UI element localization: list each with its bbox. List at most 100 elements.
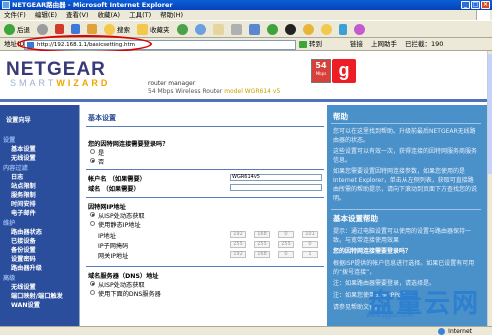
- messenger-icon: [266, 23, 278, 35]
- print-button[interactable]: [229, 22, 244, 36]
- menu-tools[interactable]: 工具(T): [129, 10, 151, 20]
- sidebar-item-set-password[interactable]: 设置密码: [11, 254, 36, 263]
- ip-octet-1[interactable]: 192: [230, 231, 246, 238]
- ip-octet-4[interactable]: 101: [302, 231, 318, 238]
- menu-bar: 文件(F) 编辑(E) 查看(V) 收藏(A) 工具(T) 帮助(H): [0, 10, 492, 20]
- back-button[interactable]: 后退: [2, 22, 32, 36]
- help-paragraph: 如果您需要设置因特网连接参数，如果您使用的是Internet Explorer，…: [333, 168, 478, 202]
- domain-name-input[interactable]: [230, 184, 322, 191]
- gw-octet-3[interactable]: 0: [278, 251, 294, 258]
- sidebar-item-setup-wizard[interactable]: 设置向导: [6, 115, 31, 124]
- dns-manual-radio[interactable]: [90, 290, 95, 295]
- divider: [86, 197, 324, 198]
- sidebar-section-advanced: 高级: [3, 275, 16, 282]
- sidebar-item-block-sites[interactable]: 站点限制: [11, 181, 36, 190]
- online-helper-link[interactable]: 上网助手: [371, 38, 397, 51]
- sidebar: 设置向导 设置 基本设置 无线设置 内容过滤 日志 站点限制 服务限制 时间安排…: [0, 105, 79, 326]
- menu-view[interactable]: 查看(V): [66, 10, 89, 20]
- mail-button[interactable]: [211, 22, 226, 36]
- internet-ip-label: 因特网IP地址: [88, 204, 126, 211]
- search-label: 搜索: [117, 26, 130, 34]
- menu-edit[interactable]: 编辑(E): [35, 10, 57, 20]
- mask-octet-4[interactable]: 0: [302, 241, 318, 248]
- favorites-button[interactable]: 收藏夹: [135, 22, 172, 36]
- menu-file[interactable]: 文件(F): [4, 10, 26, 20]
- ip-octet-3[interactable]: 0: [278, 231, 294, 238]
- home-button[interactable]: [85, 22, 99, 36]
- ie-window: NETGEAR路由器 - Microsoft Internet Explorer…: [0, 0, 492, 335]
- smiley-button[interactable]: [319, 22, 334, 36]
- history-button[interactable]: [193, 22, 208, 36]
- sidebar-item-backup[interactable]: 备份设置: [11, 245, 36, 254]
- sidebar-item-email[interactable]: 电子邮件: [11, 208, 36, 217]
- edit-button[interactable]: [247, 22, 262, 36]
- sidebar-section-content: 内容过滤: [3, 165, 28, 172]
- dns-label: 域名服务器（DNS）地址: [88, 273, 159, 280]
- help-divider: [331, 209, 481, 210]
- sidebar-section-setup: 设置: [3, 137, 16, 144]
- popup-blocked-count[interactable]: 已拦截：190: [405, 38, 443, 51]
- gw-octet-1[interactable]: 192: [230, 251, 246, 258]
- minimize-button[interactable]: _: [461, 1, 470, 9]
- windows-logo-icon: [476, 10, 490, 20]
- sidebar-item-basic-settings[interactable]: 基本设置: [11, 144, 36, 153]
- search-button[interactable]: 搜索: [102, 22, 132, 36]
- go-button[interactable]: 转到: [299, 39, 322, 50]
- extension-button[interactable]: [352, 22, 367, 36]
- scrollbar-thumb[interactable]: [488, 54, 492, 174]
- dynamic-ip-label: 从ISP处动态获取: [98, 213, 145, 220]
- sidebar-item-wireless-advanced[interactable]: 无线设置: [11, 282, 36, 291]
- mask-octet-2[interactable]: 255: [254, 241, 270, 248]
- close-button[interactable]: ×: [481, 1, 490, 9]
- sidebar-item-router-status[interactable]: 路由器状态: [11, 227, 42, 236]
- dynamic-ip-radio[interactable]: [90, 212, 95, 217]
- ip-octet-2[interactable]: 168: [254, 231, 270, 238]
- account-name-input[interactable]: WGR614v5: [230, 174, 322, 181]
- edit-icon: [248, 23, 260, 35]
- links-label[interactable]: 链接: [350, 38, 363, 51]
- sidebar-item-block-services[interactable]: 服务限制: [11, 190, 36, 199]
- mobile-button[interactable]: [337, 22, 349, 36]
- login-no-radio[interactable]: [90, 158, 95, 163]
- help-title: 帮助: [333, 112, 348, 121]
- maximize-button[interactable]: □: [471, 1, 480, 9]
- mask-octet-3[interactable]: 255: [278, 241, 294, 248]
- 54mbps-badge: 54 Mbps: [311, 59, 331, 83]
- stop-button[interactable]: [53, 22, 66, 36]
- refresh-icon: [71, 24, 80, 34]
- mail-icon: [212, 23, 224, 35]
- print-icon: [230, 23, 242, 35]
- sidebar-item-wireless-settings[interactable]: 无线设置: [11, 153, 36, 162]
- dns-auto-label: 从ISP处动态获取: [98, 282, 145, 289]
- sidebar-item-logs[interactable]: 日志: [11, 172, 23, 181]
- smiley-icon: [320, 23, 332, 35]
- vertical-scrollbar[interactable]: [487, 51, 492, 326]
- menu-help[interactable]: 帮助(H): [160, 10, 183, 20]
- messenger-button[interactable]: [265, 22, 280, 36]
- static-ip-label: 使用静态IP地址: [98, 222, 141, 229]
- sidebar-item-wan-setup[interactable]: WAN设置: [11, 300, 40, 309]
- dns-auto-radio[interactable]: [90, 281, 95, 286]
- static-ip-radio[interactable]: [90, 221, 95, 226]
- refresh-button[interactable]: [69, 22, 82, 36]
- sidebar-item-attached-devices[interactable]: 已接设备: [11, 236, 36, 245]
- gw-octet-2[interactable]: 168: [254, 251, 270, 258]
- login-yes-radio[interactable]: [90, 149, 95, 154]
- qq-icon: [284, 23, 296, 35]
- gw-octet-4[interactable]: 1: [302, 251, 318, 258]
- star-icon: [137, 23, 148, 35]
- sidebar-item-port-forwarding[interactable]: 端口映射/端口触发: [11, 291, 63, 300]
- sidebar-item-router-upgrade[interactable]: 路由器升级: [11, 263, 42, 272]
- media-button[interactable]: [175, 22, 190, 36]
- mask-octet-1[interactable]: 255: [230, 241, 246, 248]
- sidebar-section-maintenance: 维护: [3, 220, 16, 227]
- forward-button[interactable]: [35, 22, 50, 36]
- menu-favorites[interactable]: 收藏(A): [98, 10, 121, 20]
- router-subtitle: 54 Mbps Wireless Router model WGR614 v5: [148, 88, 281, 95]
- research-button[interactable]: [301, 22, 316, 36]
- sidebar-item-schedule[interactable]: 时间安排: [11, 199, 36, 208]
- qq-button[interactable]: [283, 22, 298, 36]
- page-title: 基本设置: [88, 114, 116, 122]
- help-paragraph: 提示：通过电脑设置可以使用的设置与路由器保持一致。与宽带连接使用效果: [333, 228, 472, 244]
- ie-icon: [2, 1, 10, 9]
